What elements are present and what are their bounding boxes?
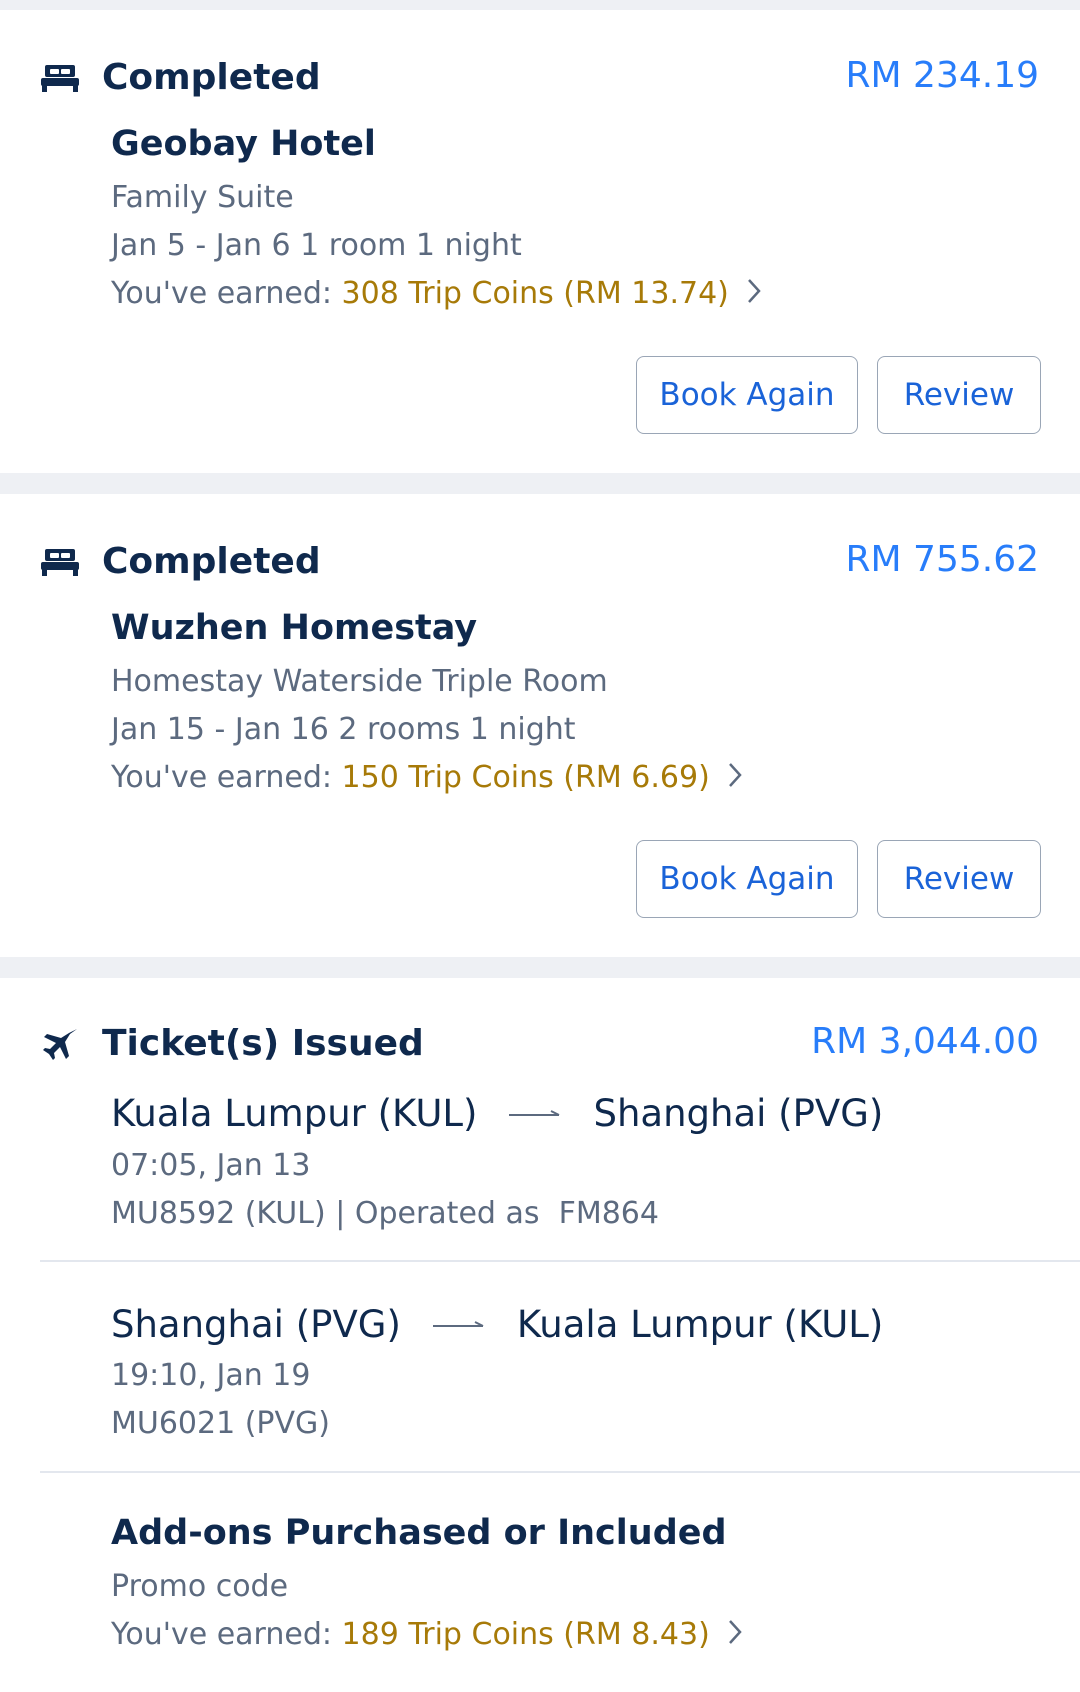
trip-coins-earned[interactable]: You've earned: 189 Trip Coins (RM 8.43) (111, 1617, 743, 1654)
chevron-right-icon (727, 761, 743, 797)
book-again-button[interactable]: Book Again (636, 840, 858, 918)
order-status-row: Ticket(s) Issued (40, 1023, 424, 1064)
bed-icon (40, 545, 80, 579)
hotel-name: Geobay Hotel (111, 124, 376, 164)
arrow-right-icon (509, 1109, 561, 1119)
trip-coins-earned[interactable]: You've earned: 150 Trip Coins (RM 6.69) (111, 760, 743, 797)
chevron-right-icon (727, 1618, 743, 1654)
trip-coins-value: 308 Trip Coins (RM 13.74) (341, 276, 729, 311)
order-price: RM 3,044.00 (811, 1021, 1039, 1062)
addon-item: Promo code (111, 1569, 289, 1604)
order-status: Completed (102, 57, 321, 98)
destination: Shanghai (PVG) (593, 1092, 884, 1135)
order-status-row: Completed (40, 57, 321, 98)
order-card-flight[interactable]: Ticket(s) Issued RM 3,044.00 Kuala Lumpu… (0, 978, 1080, 1692)
review-button[interactable]: Review (877, 356, 1041, 434)
flight-number: MU6021 (PVG) (111, 1406, 330, 1441)
book-again-button[interactable]: Book Again (636, 356, 858, 434)
order-price: RM 755.62 (845, 539, 1039, 580)
stay-dates: Jan 5 - Jan 6 1 room 1 night (111, 228, 522, 263)
arrow-right-icon (432, 1320, 485, 1330)
trip-coins-earned[interactable]: You've earned: 308 Trip Coins (RM 13.74) (111, 276, 762, 313)
order-status-row: Completed (40, 541, 321, 582)
order-status: Ticket(s) Issued (102, 1023, 424, 1064)
departure-time: 19:10, Jan 19 (111, 1358, 311, 1393)
plane-icon (40, 1027, 80, 1061)
origin: Shanghai (PVG) (111, 1303, 401, 1346)
departure-time: 07:05, Jan 13 (111, 1148, 311, 1183)
order-card-hotel-2[interactable]: Completed RM 755.62 Wuzhen Homestay Home… (0, 494, 1080, 957)
addons-title: Add-ons Purchased or Included (111, 1513, 727, 1553)
trip-coins-value: 150 Trip Coins (RM 6.69) (341, 760, 710, 795)
bed-icon (40, 61, 80, 95)
flight-route: Shanghai (PVG) Kuala Lumpur (KUL) (111, 1303, 883, 1346)
hotel-name: Wuzhen Homestay (111, 608, 478, 648)
destination: Kuala Lumpur (KUL) (516, 1303, 884, 1346)
review-button[interactable]: Review (877, 840, 1041, 918)
stay-dates: Jan 15 - Jan 16 2 rooms 1 night (111, 712, 576, 747)
divider (40, 1471, 1080, 1473)
order-price: RM 234.19 (845, 55, 1039, 96)
divider (40, 1260, 1080, 1262)
order-card-hotel-1[interactable]: Completed RM 234.19 Geobay Hotel Family … (0, 10, 1080, 473)
earned-label: You've earned: (111, 1617, 332, 1652)
order-status: Completed (102, 541, 321, 582)
chevron-right-icon (746, 277, 762, 313)
origin: Kuala Lumpur (KUL) (111, 1092, 478, 1135)
earned-label: You've earned: (111, 760, 332, 795)
flight-number: MU8592 (KUL) | Operated as FM864 (111, 1196, 659, 1231)
earned-label: You've earned: (111, 276, 332, 311)
flight-route: Kuala Lumpur (KUL) Shanghai (PVG) (111, 1092, 883, 1135)
room-type: Family Suite (111, 180, 294, 215)
room-type: Homestay Waterside Triple Room (111, 664, 608, 699)
trip-coins-value: 189 Trip Coins (RM 8.43) (341, 1617, 710, 1652)
